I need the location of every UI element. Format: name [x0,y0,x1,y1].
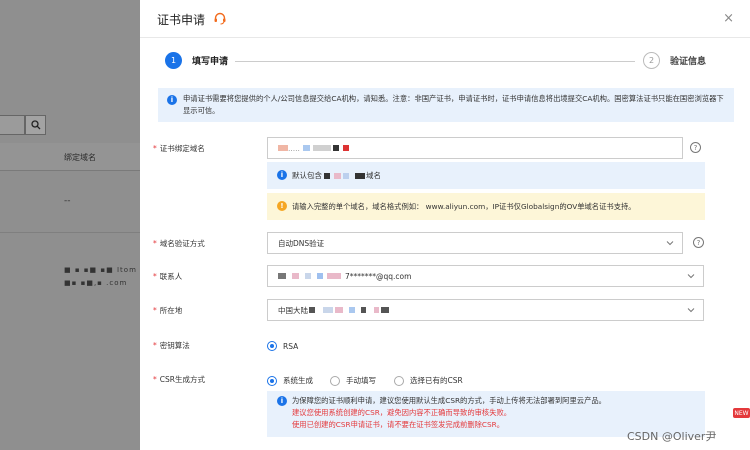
search-icon [30,120,40,130]
step-label: 验证信息 [670,57,707,67]
csr-warning-text: 建议您使用系统创建的CSR，避免因内容不正确而导致的审核失败。 [292,408,512,417]
info-icon: i [277,170,287,180]
radio-indicator [267,341,277,351]
warning-icon: ! [277,201,287,211]
step-number: 2 [643,52,660,69]
background-overlay [0,0,140,450]
info-icon: i [167,95,177,105]
csr-existing-radio[interactable]: 选择已有的CSR [394,375,463,386]
drawer-title: 证书申请 [157,13,206,27]
certificate-drawer: 证书申请 × 1 填写申请 2 验证信息 i 申请证书需要将您提供的个人/公司信… [140,0,750,450]
algorithm-label: * 密钥算法 [153,341,190,350]
step-label: 填写申请 [192,57,229,67]
column-header-domain: 绑定域名 [64,153,96,162]
chevron-down-icon [687,308,695,313]
location-label: * 所在地 [153,306,183,315]
chevron-down-icon [687,274,695,279]
csr-system-radio[interactable]: 系统生成 [267,375,313,386]
table-cell-masked: ■▪ ▪■,▪ .com [64,279,128,287]
step-2: 2 验证信息 [643,52,706,69]
verify-method-label: * 域名验证方式 [153,239,205,248]
help-icon[interactable]: ? [690,142,701,153]
help-icon[interactable]: ? [693,237,704,248]
step-number: 1 [165,52,182,69]
contact-select[interactable]: 7*******@qq.com [267,265,704,287]
csr-info-text: 为保障您的证书顺利申请，建议您使用默认生成CSR的方式，手动上传将无法部署到阿里… [292,396,606,405]
notice-text: 申请证书需要将您提供的个人/公司信息提交给CA机构，请知悉。注意：非国产证书，申… [183,94,724,115]
csr-method-label: * CSR生成方式 [153,375,205,384]
notice-banner: i 申请证书需要将您提供的个人/公司信息提交给CA机构，请知悉。注意：非国产证书… [158,88,734,122]
table-cell-masked: ■ ▪ ▪■ ▪■ Itom [64,266,137,274]
contact-label: * 联系人 [153,272,183,281]
steps-connector [235,61,635,62]
search-input[interactable] [0,115,25,135]
verify-method-select[interactable]: 自动DNS验证 [267,232,683,254]
domain-input[interactable]: ..... [267,137,683,159]
drawer-header: 证书申请 × [140,0,750,38]
csr-manual-radio[interactable]: 手动填写 [330,375,376,386]
new-badge[interactable]: NEW [733,408,750,418]
close-icon[interactable]: × [723,11,734,26]
watermark: CSDN @Oliver尹 [627,430,717,443]
algorithm-rsa-radio[interactable]: RSA [267,341,298,351]
chevron-down-icon [666,241,674,246]
domain-info-suffix: 域名 [366,171,381,180]
domain-info-text: 默认包含 [292,171,322,180]
row-divider [0,232,140,233]
location-select[interactable]: 中国大陆 [267,299,704,321]
table-cell-empty: -- [64,196,71,206]
step-1: 1 填写申请 [165,52,228,69]
radio-indicator [330,375,340,386]
search-button[interactable] [25,115,46,135]
domain-info-banner: i 默认包含 域名 [267,162,705,189]
info-icon: i [277,396,287,406]
radio-indicator [267,375,277,386]
domain-warning-banner: ! 请输入完整的单个域名，域名格式例如： www.aliyun.com，IP证书… [267,193,705,220]
headset-icon[interactable] [213,11,227,25]
domain-warning-text: 请输入完整的单个域名，域名格式例如： www.aliyun.com，IP证书仅G… [292,201,636,211]
radio-indicator [394,375,404,386]
domain-label: * 证书绑定域名 [153,144,205,153]
